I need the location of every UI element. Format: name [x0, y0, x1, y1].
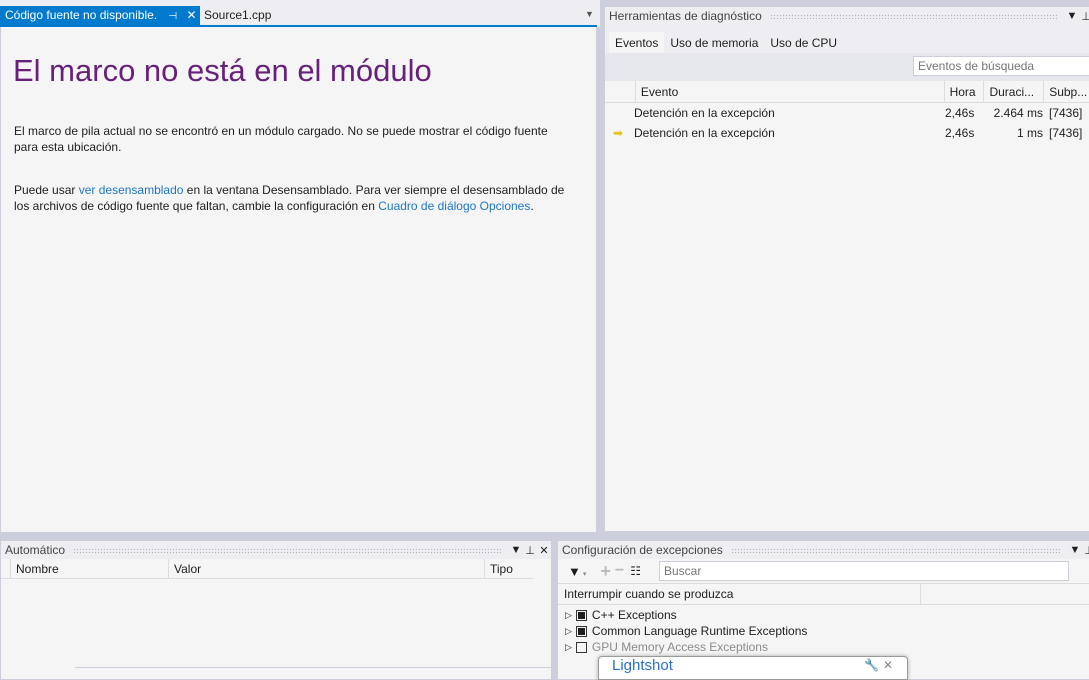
- current-arrow-icon: ➡: [613, 126, 624, 140]
- page-title: El marco no está en el módulo: [13, 53, 432, 88]
- expand-icon[interactable]: ▷: [558, 610, 572, 621]
- tab-memoria[interactable]: Uso de memoria: [664, 32, 764, 53]
- restore-defaults-icon[interactable]: ☷: [630, 564, 641, 578]
- diagnostics-tabs: Eventos Uso de memoria Uso de CPU: [605, 25, 1089, 53]
- tab-dropdown-icon[interactable]: ▼: [585, 9, 594, 19]
- col-value[interactable]: Valor: [168, 559, 484, 578]
- col-name[interactable]: Nombre: [10, 559, 168, 578]
- checkbox[interactable]: [575, 625, 587, 637]
- pin-icon[interactable]: ⊥: [523, 544, 537, 557]
- horizontal-scrollbar[interactable]: [75, 667, 555, 669]
- checkbox[interactable]: [575, 641, 587, 653]
- exceptions-search-input[interactable]: [658, 561, 1069, 581]
- events-search-input[interactable]: [913, 56, 1089, 76]
- panel-title: Configuración de excepciones: [562, 543, 723, 557]
- panel-title: Automático: [5, 543, 66, 557]
- panel-title: Herramientas de diagnóstico: [609, 9, 762, 23]
- exception-item[interactable]: ▷ GPU Memory Access Exceptions: [558, 639, 1089, 655]
- dropdown-icon[interactable]: ▼: [1065, 10, 1079, 22]
- remove-icon[interactable]: −: [615, 562, 624, 580]
- exception-item[interactable]: ▷ Common Language Runtime Exceptions: [558, 623, 1089, 639]
- tab-source1-cpp[interactable]: Source1.cpp: [204, 8, 271, 22]
- pin-icon[interactable]: ⊣: [168, 11, 177, 22]
- expand-icon[interactable]: ▷: [558, 626, 572, 637]
- autos-panel: Automático ▼ ⊥ ✕ Nombre Valor Tipo: [0, 540, 555, 680]
- exception-item[interactable]: ▷ C++ Exceptions: [558, 607, 1089, 623]
- tab-label: Source1.cpp: [204, 8, 272, 22]
- autos-header: Nombre Valor Tipo: [1, 559, 533, 579]
- pin-icon[interactable]: ⊥: [1079, 10, 1089, 23]
- document-pane: El marco no está en el módulo El marco d…: [0, 27, 597, 532]
- diagnostics-panel: Herramientas de diagnóstico ▼ ⊥ Eventos Us…: [604, 6, 1089, 532]
- close-icon[interactable]: ✕: [883, 658, 893, 672]
- help-text: Puede usar ver desensamblado en la venta…: [14, 183, 565, 213]
- expand-icon[interactable]: ▷: [558, 642, 572, 653]
- wrench-icon[interactable]: 🔧: [864, 658, 879, 672]
- dropdown-icon[interactable]: ▼: [509, 544, 523, 556]
- col-time[interactable]: Hora: [943, 81, 984, 102]
- lightshot-window[interactable]: Lightshot 🔧 ✕: [598, 656, 908, 680]
- tab-cpu[interactable]: Uso de CPU: [764, 32, 843, 53]
- event-row[interactable]: Detención en la excepción 2,46s 2.464 ms [7…: [605, 103, 1089, 123]
- col-event[interactable]: Evento: [634, 81, 944, 102]
- checkbox[interactable]: [575, 609, 587, 621]
- close-icon[interactable]: ✕: [537, 544, 551, 557]
- filter-icon[interactable]: ▼ ▾: [568, 564, 586, 579]
- col-thread[interactable]: Subp...: [1043, 81, 1089, 102]
- panel-titlebar: Herramientas de diagnóstico ▼ ⊥: [605, 7, 1089, 25]
- tab-source-unavailable[interactable]: Código fuente no disponible. ⊣ ✕: [0, 6, 200, 25]
- options-dialog-link[interactable]: Cuadro de diálogo Opciones: [378, 199, 530, 213]
- tab-label: Código fuente no disponible.: [5, 8, 158, 22]
- tab-eventos[interactable]: Eventos: [609, 32, 665, 53]
- events-header: Evento Hora Duraci... Subp...: [605, 81, 1089, 103]
- view-disassembly-link[interactable]: ver desensamblado: [79, 183, 184, 197]
- col-type[interactable]: Tipo: [484, 559, 532, 578]
- add-icon[interactable]: +: [600, 561, 611, 582]
- col-break-when-thrown[interactable]: Interrumpir cuando se produzca: [558, 584, 920, 604]
- col-duration[interactable]: Duraci...: [983, 81, 1043, 102]
- lightshot-title: Lightshot: [612, 657, 673, 674]
- message-text: El marco de pila actual no se encontró e…: [14, 124, 548, 154]
- pin-icon[interactable]: ⊥: [1082, 544, 1089, 557]
- dropdown-icon[interactable]: ▼: [1068, 544, 1082, 556]
- close-icon[interactable]: ✕: [187, 8, 197, 22]
- event-row[interactable]: ➡ Detención en la excepción 2,46s 1 ms [7436…: [605, 123, 1089, 143]
